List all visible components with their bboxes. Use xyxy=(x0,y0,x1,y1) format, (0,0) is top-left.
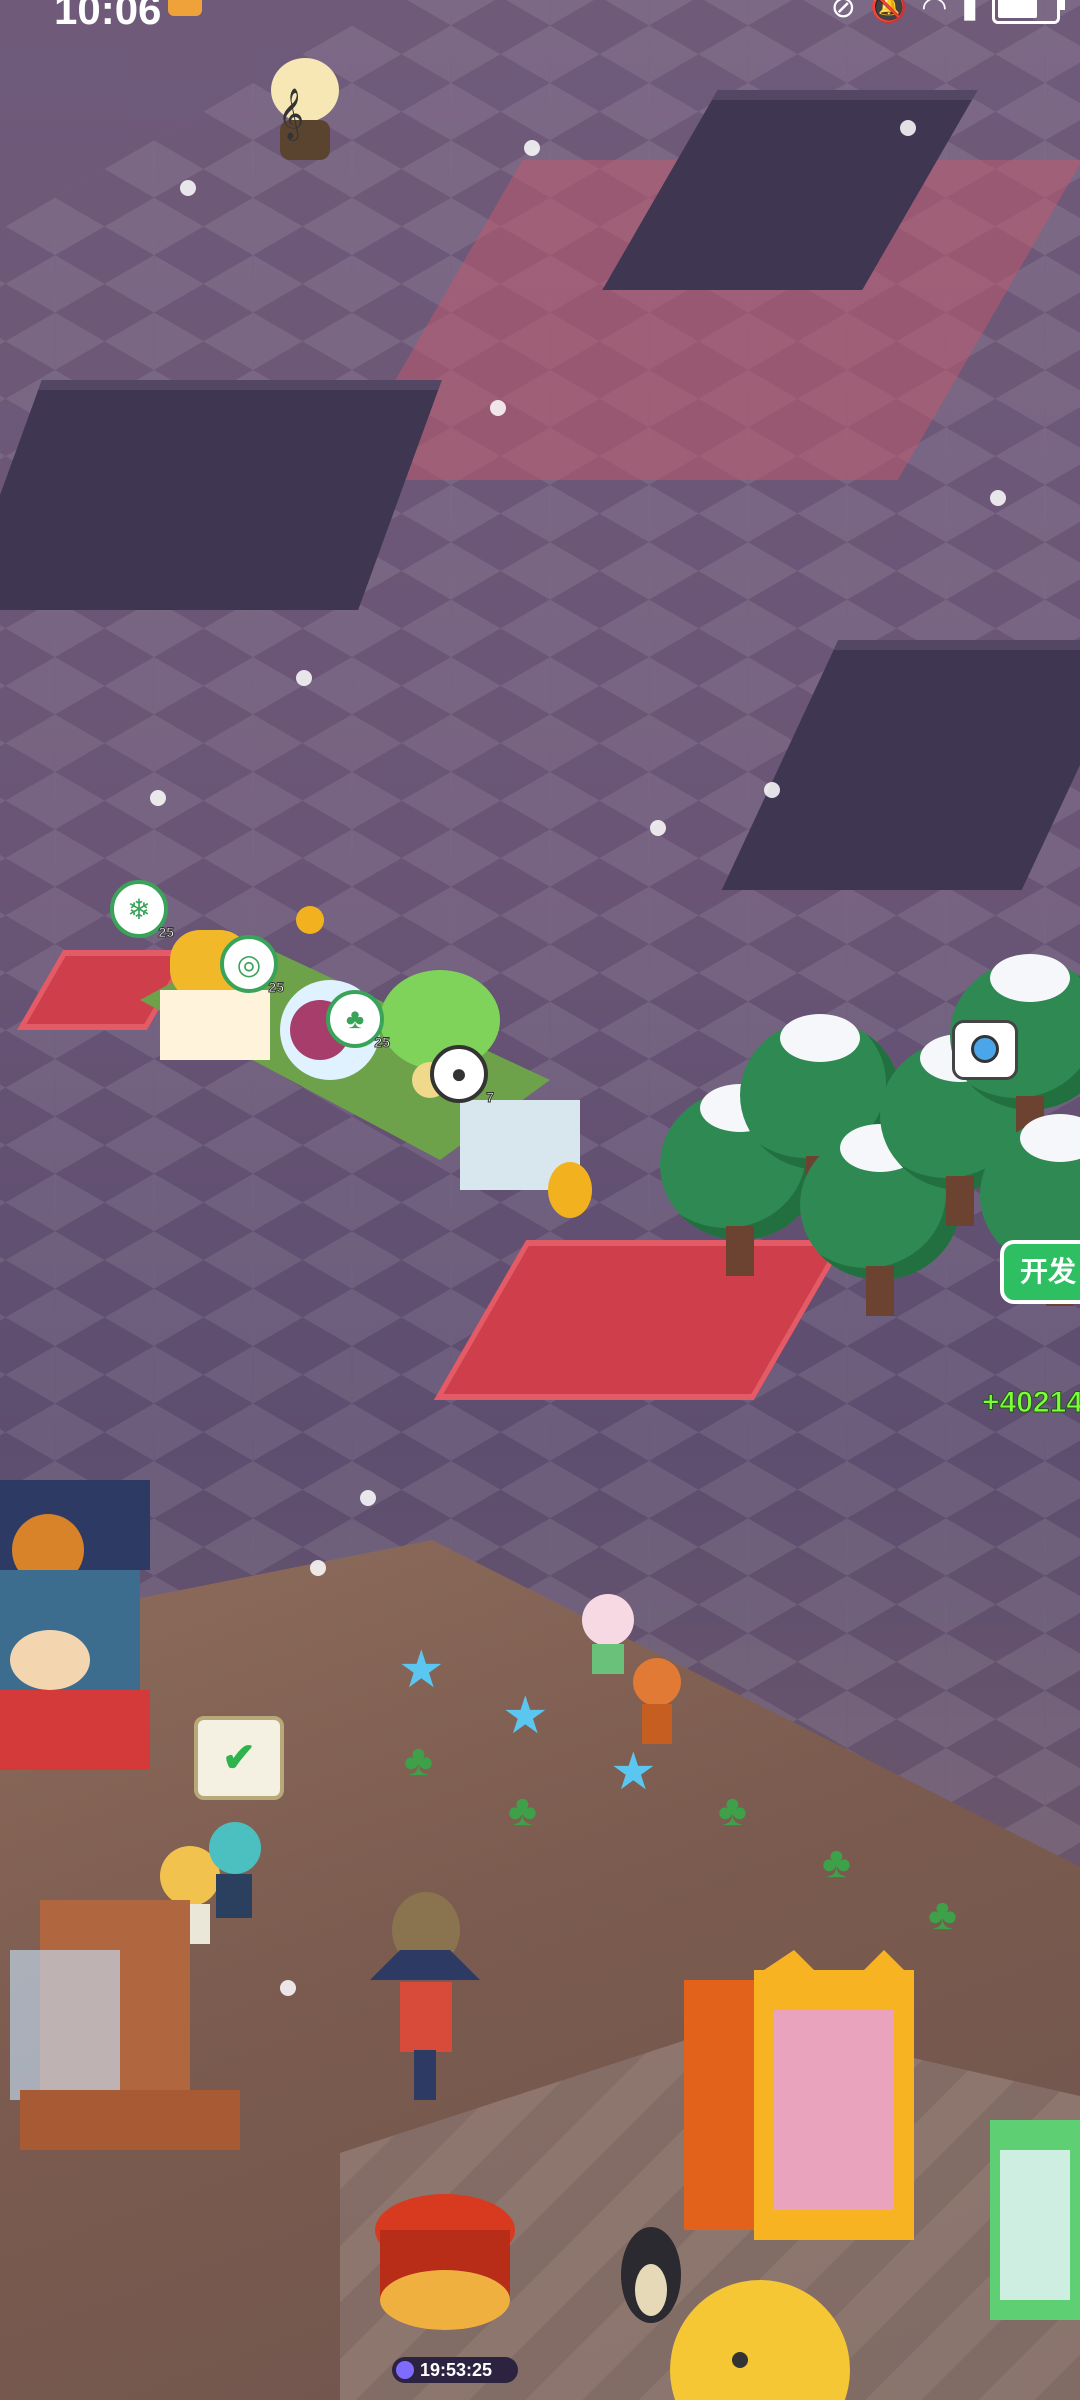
camera-icon[interactable] xyxy=(952,1020,1018,1080)
target-building-icon[interactable]: ◎ 25 xyxy=(220,935,284,996)
snowflake xyxy=(310,1560,326,1576)
green-sprout-crop[interactable]: ♣ xyxy=(822,1838,851,1888)
signal-icon: ▮ xyxy=(961,0,978,24)
snowflake xyxy=(900,120,916,136)
snowflake xyxy=(180,180,196,196)
bottom-timer[interactable]: 19:53:25 xyxy=(392,2357,518,2383)
owl-lamp-sprite-icon xyxy=(370,1892,480,2100)
building-cluster[interactable]: ❄ 25 ◎ 25 ♣ 25 ● 7 xyxy=(110,880,630,1250)
building-level-label: 25 xyxy=(158,924,175,941)
snowflake xyxy=(490,400,506,416)
snowflake xyxy=(650,820,666,836)
clock-icon xyxy=(396,2361,414,2379)
fox-sprite-icon xyxy=(633,1658,681,1744)
plant-building-icon[interactable]: ♣ 25 xyxy=(326,990,390,1051)
cat-vending-machine[interactable] xyxy=(684,1950,934,2250)
blue-star-crop[interactable]: ★ xyxy=(398,1640,445,1700)
status-time: 10:06 xyxy=(54,0,162,33)
svg-text:𝄞: 𝄞 xyxy=(278,88,304,141)
green-sprout-crop[interactable]: ♣ xyxy=(928,1890,957,1940)
building-level-label: 7 xyxy=(486,1089,495,1106)
fridge-sprite-icon xyxy=(990,2120,1080,2320)
owl-lamp[interactable] xyxy=(360,1890,490,2120)
building-level-label: 25 xyxy=(374,1034,391,1051)
snowflake xyxy=(360,1490,376,1506)
whiteboard-desk[interactable] xyxy=(0,1890,250,2170)
snowflake xyxy=(764,782,780,798)
wifi-icon: ◠ xyxy=(921,0,948,24)
chick-character[interactable] xyxy=(660,2270,860,2400)
game-world[interactable]: 𝄞 ❄ 25 ◎ 25 ♣ 25 ● 7 开发 +40214 ✔ ★ ★ ★ ♣… xyxy=(0,0,1080,2400)
battery-level xyxy=(998,0,1038,18)
buildings-sprite-icon xyxy=(140,906,592,1218)
snowflake xyxy=(990,490,1006,506)
app-badge-icon xyxy=(168,0,202,16)
snowflake-building-icon[interactable]: ❄ 25 xyxy=(110,880,174,941)
chick-sprite-icon xyxy=(670,2280,850,2400)
blue-star-crop[interactable]: ★ xyxy=(502,1686,549,1746)
musician-sprite-icon: 𝄞 xyxy=(271,58,339,160)
task-complete-card[interactable]: ✔ xyxy=(194,1716,284,1800)
check-icon: ✔ xyxy=(222,1736,256,1780)
fox-character[interactable] xyxy=(622,1650,692,1750)
battery-icon xyxy=(992,0,1065,24)
red-drum-table[interactable] xyxy=(360,2190,530,2340)
drum-sprite-icon xyxy=(375,2194,515,2330)
musician-character[interactable]: 𝄞 xyxy=(260,50,350,180)
vending-sprite-icon xyxy=(684,1950,914,2240)
desk-sprite-icon xyxy=(10,1900,240,2150)
resource-counter: +40214 xyxy=(982,1386,1080,1420)
green-fridge[interactable] xyxy=(990,2120,1080,2320)
green-sprout-crop[interactable]: ♣ xyxy=(718,1786,747,1836)
shop-sprite-icon xyxy=(0,1480,150,1770)
snowflake xyxy=(150,790,166,806)
jar-building-icon[interactable]: ● 7 xyxy=(430,1045,494,1106)
bell-off-icon: 🔕 xyxy=(869,0,908,24)
status-bar: 10:06 ⊘ 🔕 ◠ ▮ xyxy=(0,0,1080,33)
development-tag[interactable]: 开发 xyxy=(1000,1240,1080,1304)
dog-shop-stall[interactable] xyxy=(0,1470,170,1810)
snowflake xyxy=(280,1980,296,1996)
mute-icon: ⊘ xyxy=(830,0,856,24)
blue-star-crop[interactable]: ★ xyxy=(610,1742,657,1802)
snowflake xyxy=(524,140,540,156)
snowflake xyxy=(296,670,312,686)
status-icons: ⊘ 🔕 ◠ ▮ xyxy=(830,0,1065,25)
building-level-label: 25 xyxy=(268,979,285,996)
timer-text: 19:53:25 xyxy=(420,2359,493,2380)
green-sprout-crop[interactable]: ♣ xyxy=(508,1786,537,1836)
green-sprout-crop[interactable]: ♣ xyxy=(404,1736,433,1786)
